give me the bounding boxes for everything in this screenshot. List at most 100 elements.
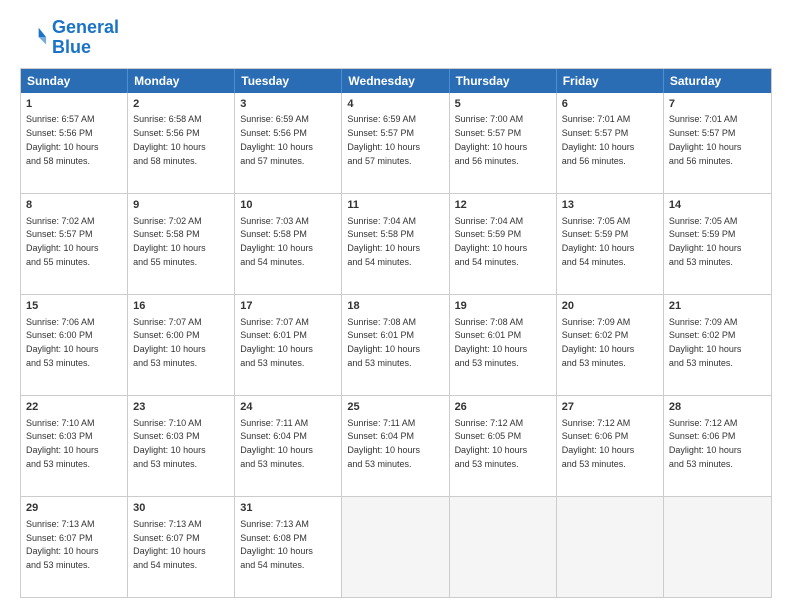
cell-info: and 54 minutes. — [455, 257, 519, 267]
weekday-header: Tuesday — [235, 69, 342, 93]
cell-info: Sunrise: 7:11 AM — [240, 418, 308, 428]
cell-info: Sunset: 6:02 PM — [562, 330, 629, 340]
day-number: 13 — [562, 198, 658, 213]
cell-info: Sunset: 6:01 PM — [347, 330, 414, 340]
day-number: 25 — [347, 400, 443, 415]
cell-info: Sunset: 5:57 PM — [455, 128, 522, 138]
cell-info: Sunrise: 7:13 AM — [133, 519, 202, 529]
cell-info: Daylight: 10 hours — [240, 546, 313, 556]
cell-info: Daylight: 10 hours — [347, 243, 420, 253]
cell-info: Sunrise: 7:04 AM — [455, 216, 524, 226]
cell-info: Daylight: 10 hours — [669, 445, 742, 455]
cell-info: and 58 minutes. — [26, 156, 90, 166]
cell-info: Sunrise: 6:59 AM — [240, 114, 309, 124]
cell-info: Sunrise: 7:09 AM — [562, 317, 631, 327]
cell-info: Sunset: 6:08 PM — [240, 533, 307, 543]
cell-info: Sunrise: 7:01 AM — [562, 114, 631, 124]
cell-info: and 53 minutes. — [26, 560, 90, 570]
cell-info: Sunset: 6:07 PM — [26, 533, 93, 543]
cell-info: and 57 minutes. — [347, 156, 411, 166]
calendar-cell: 5Sunrise: 7:00 AMSunset: 5:57 PMDaylight… — [450, 93, 557, 193]
cell-info: Sunrise: 6:59 AM — [347, 114, 416, 124]
cell-info: and 53 minutes. — [26, 358, 90, 368]
calendar-cell: 1Sunrise: 6:57 AMSunset: 5:56 PMDaylight… — [21, 93, 128, 193]
calendar-cell: 24Sunrise: 7:11 AMSunset: 6:04 PMDayligh… — [235, 396, 342, 496]
day-number: 11 — [347, 198, 443, 213]
cell-info: Sunrise: 7:08 AM — [347, 317, 416, 327]
day-number: 23 — [133, 400, 229, 415]
cell-info: Sunset: 6:04 PM — [347, 431, 414, 441]
calendar-cell: 18 Sunrise: 7:08 AM Sunset: 6:01 PM Dayligh… — [342, 295, 449, 395]
cell-info: and 53 minutes. — [133, 358, 197, 368]
calendar-cell: 28Sunrise: 7:12 AMSunset: 6:06 PMDayligh… — [664, 396, 771, 496]
cell-info: Sunrise: 7:10 AM — [26, 418, 95, 428]
weekday-header: Sunday — [21, 69, 128, 93]
cell-info: Daylight: 10 hours — [455, 344, 528, 354]
calendar-body: 1Sunrise: 6:57 AMSunset: 5:56 PMDaylight… — [21, 93, 771, 597]
cell-info: Sunrise: 7:04 AM — [347, 216, 416, 226]
cell-info: Sunrise: 6:58 AM — [133, 114, 202, 124]
cell-info: Daylight: 10 hours — [669, 142, 742, 152]
cell-info: and 53 minutes. — [26, 459, 90, 469]
logo-text: General Blue — [52, 18, 119, 58]
cell-info: Sunset: 5:58 PM — [133, 229, 200, 239]
calendar-cell: 10Sunrise: 7:03 AMSunset: 5:58 PMDayligh… — [235, 194, 342, 294]
cell-info: Daylight: 10 hours — [133, 445, 206, 455]
cell-info: Sunrise: 7:05 AM — [562, 216, 631, 226]
calendar-cell: 2Sunrise: 6:58 AMSunset: 5:56 PMDaylight… — [128, 93, 235, 193]
cell-info: and 53 minutes. — [133, 459, 197, 469]
calendar-cell: 7Sunrise: 7:01 AMSunset: 5:57 PMDaylight… — [664, 93, 771, 193]
calendar-cell: 4Sunrise: 6:59 AMSunset: 5:57 PMDaylight… — [342, 93, 449, 193]
calendar-cell: 15Sunrise: 7:06 AMSunset: 6:00 PMDayligh… — [21, 295, 128, 395]
weekday-header: Friday — [557, 69, 664, 93]
cell-info: and 53 minutes. — [669, 459, 733, 469]
cell-info: and 53 minutes. — [240, 358, 304, 368]
cell-info: Sunset: 5:56 PM — [26, 128, 93, 138]
calendar-cell: 17Sunrise: 7:07 AMSunset: 6:01 PMDayligh… — [235, 295, 342, 395]
day-number: 19 — [455, 299, 551, 314]
cell-info: and 54 minutes. — [562, 257, 626, 267]
cell-info: Daylight: 10 hours — [240, 445, 313, 455]
cell-info: and 53 minutes. — [455, 459, 519, 469]
cell-info: Sunset: 6:06 PM — [669, 431, 736, 441]
cell-info: Sunset: 6:00 PM — [26, 330, 93, 340]
calendar-cell — [664, 497, 771, 597]
weekday-header: Monday — [128, 69, 235, 93]
calendar-cell: 13Sunrise: 7:05 AMSunset: 5:59 PMDayligh… — [557, 194, 664, 294]
calendar-cell — [450, 497, 557, 597]
day-number: 28 — [669, 400, 766, 415]
cell-info: and 53 minutes. — [562, 358, 626, 368]
cell-info: and 56 minutes. — [455, 156, 519, 166]
logo: General Blue — [20, 18, 119, 58]
cell-info: Sunrise: 7:08 AM — [455, 317, 524, 327]
calendar-cell: 12Sunrise: 7:04 AMSunset: 5:59 PMDayligh… — [450, 194, 557, 294]
calendar-cell: 9Sunrise: 7:02 AMSunset: 5:58 PMDaylight… — [128, 194, 235, 294]
cell-info: Daylight: 10 hours — [455, 142, 528, 152]
cell-info: Sunset: 6:06 PM — [562, 431, 629, 441]
cell-info: Daylight: 10 hours — [133, 243, 206, 253]
cell-info: Sunset: 6:07 PM — [133, 533, 200, 543]
day-number: 6 — [562, 97, 658, 112]
cell-info: Daylight: 10 hours — [562, 243, 635, 253]
weekday-header: Thursday — [450, 69, 557, 93]
cell-info: Sunrise: 7:09 AM — [669, 317, 738, 327]
calendar-row: 1Sunrise: 6:57 AMSunset: 5:56 PMDaylight… — [21, 93, 771, 193]
day-number: 15 — [26, 299, 122, 314]
day-number: 26 — [455, 400, 551, 415]
cell-info: Daylight: 10 hours — [669, 344, 742, 354]
calendar-cell: 25Sunrise: 7:11 AMSunset: 6:04 PMDayligh… — [342, 396, 449, 496]
cell-info: Sunrise: 7:13 AM — [240, 519, 309, 529]
day-number: 30 — [133, 501, 229, 516]
cell-info: Sunset: 5:58 PM — [347, 229, 414, 239]
cell-info: Sunrise: 7:02 AM — [133, 216, 202, 226]
cell-info: Sunset: 6:03 PM — [133, 431, 200, 441]
calendar-cell: 27Sunrise: 7:12 AMSunset: 6:06 PMDayligh… — [557, 396, 664, 496]
cell-info: Sunrise: 7:05 AM — [669, 216, 738, 226]
cell-info: Sunrise: 7:01 AM — [669, 114, 738, 124]
calendar-cell: 22Sunrise: 7:10 AMSunset: 6:03 PMDayligh… — [21, 396, 128, 496]
calendar-cell: 14Sunrise: 7:05 AMSunset: 5:59 PMDayligh… — [664, 194, 771, 294]
day-number: 18 — [347, 299, 443, 314]
cell-info: and 53 minutes. — [347, 459, 411, 469]
cell-info: Daylight: 10 hours — [133, 344, 206, 354]
cell-info: Daylight: 10 hours — [347, 344, 420, 354]
